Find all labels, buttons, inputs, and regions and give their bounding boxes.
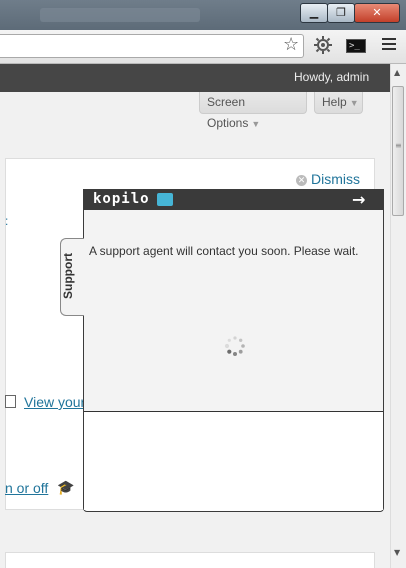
howdy-greeting[interactable]: Howdy, admin	[294, 70, 369, 84]
close-circle-icon: ✕	[296, 175, 307, 186]
support-chat-widget: Support kopilo → A support agent will co…	[60, 189, 384, 512]
bookmark-star-icon[interactable]: ☆	[283, 35, 299, 55]
scroll-down-arrow-icon[interactable]: ▼	[394, 548, 400, 557]
scroll-up-arrow-icon[interactable]: ▲	[394, 68, 400, 77]
dismiss-link[interactable]: ✕ Dismiss	[296, 171, 360, 187]
help-label: Help	[322, 95, 347, 109]
dashboard-widget-box	[5, 552, 375, 568]
screen-options-button[interactable]: Screen Options ▼	[199, 92, 307, 130]
kopilo-brand-icon	[157, 193, 173, 206]
dismiss-label: Dismiss	[311, 171, 360, 187]
hamburger-menu-icon[interactable]	[382, 38, 396, 52]
collapse-arrow-icon[interactable]: →	[352, 190, 365, 210]
scrollbar-grip-icon: ≡	[395, 141, 402, 150]
maximize-button[interactable]: ❐	[327, 3, 355, 23]
admin-bar: Howdy, admin	[0, 64, 390, 92]
graduation-cap-icon: 🎓	[57, 480, 75, 496]
help-button[interactable]: Help ▼	[314, 92, 363, 114]
close-window-button[interactable]: ✕	[354, 3, 400, 23]
chevron-down-icon: ▼	[349, 98, 359, 108]
view-your-link[interactable]: View your	[5, 394, 85, 410]
view-your-label: View your	[24, 394, 86, 410]
chat-input-area[interactable]	[84, 412, 383, 510]
support-tab-label: Support	[61, 253, 75, 299]
screen-options-label: Screen Options	[207, 95, 249, 130]
scrollbar-thumb[interactable]	[392, 86, 404, 216]
chat-header: kopilo →	[84, 190, 383, 210]
terminal-icon[interactable]: >_	[346, 39, 366, 53]
minimize-button[interactable]: ▁	[300, 3, 328, 23]
truncated-link-fragment[interactable]: :	[5, 214, 8, 228]
gear-icon[interactable]	[314, 36, 332, 54]
kopilo-logo: kopilo	[93, 191, 150, 207]
address-bar[interactable]	[0, 34, 304, 58]
chevron-down-icon: ▼	[251, 119, 261, 129]
chat-status-message: A support agent will contact you soon. P…	[89, 244, 359, 258]
window-title-blurred	[40, 8, 200, 22]
toggle-on-off-link[interactable]: n or off	[5, 480, 48, 496]
chat-message-area: A support agent will contact you soon. P…	[84, 210, 383, 412]
loading-spinner-icon	[224, 336, 245, 356]
external-page-icon	[5, 395, 16, 408]
